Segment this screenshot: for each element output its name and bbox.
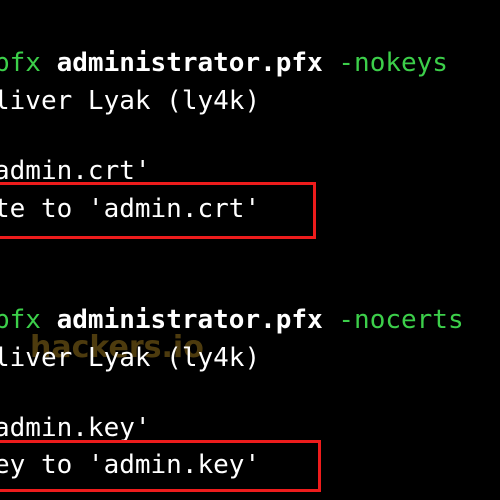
terminal-window: pfx administrator.pfx -nokeys liver Lyak…: [0, 0, 500, 500]
author-line-1: liver Lyak (ly4k): [0, 86, 261, 116]
command-fragment: pfx: [0, 48, 41, 78]
nocerts-flag: -nocerts: [338, 305, 464, 335]
output-line-1: admin.crt': [0, 156, 151, 186]
author-line-2: liver Lyak (ly4k): [0, 343, 261, 373]
result-line-key: ey to 'admin.key': [0, 450, 261, 480]
output-line-2: admin.key': [0, 413, 151, 443]
pfx-filename: administrator.pfx: [56, 48, 323, 78]
command-line-1: pfx administrator.pfx -nokeys: [0, 50, 448, 76]
result-line-crt: te to 'admin.crt': [0, 194, 261, 224]
nokeys-flag: -nokeys: [338, 48, 448, 78]
